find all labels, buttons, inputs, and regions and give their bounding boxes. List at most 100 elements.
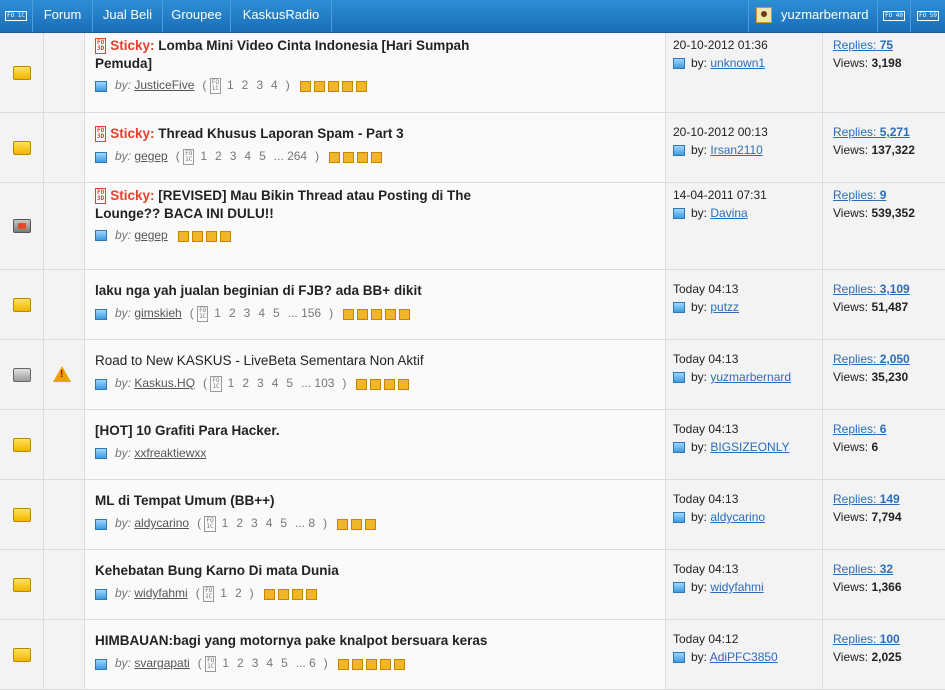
page-link[interactable]: 1 xyxy=(220,586,227,600)
thread-preview-icon[interactable] xyxy=(95,588,107,600)
last-poster-link[interactable]: AdiPFC3850 xyxy=(710,650,778,664)
nav-jualbeli-link[interactable]: Jual Beli xyxy=(93,0,163,32)
thread-title[interactable]: FO 3D Sticky: [REVISED] Mau Bikin Thread a… xyxy=(95,187,515,223)
page-link[interactable]: 3 xyxy=(251,516,258,530)
thread-preview-icon[interactable] xyxy=(95,230,107,242)
thread-preview-icon[interactable] xyxy=(95,658,107,670)
thread-preview-icon[interactable] xyxy=(95,80,107,92)
last-poster-link[interactable]: Davina xyxy=(710,206,747,220)
thread-author-link[interactable]: gegep xyxy=(134,228,167,242)
page-link[interactable]: 1 xyxy=(222,656,229,670)
thread-author-link[interactable]: gegep xyxy=(134,149,167,163)
last-poster-link[interactable]: BIGSIZEONLY xyxy=(710,440,789,454)
go-to-last-post-icon[interactable] xyxy=(673,145,685,157)
thread-preview-icon[interactable] xyxy=(95,308,107,320)
thread-title[interactable]: ML di Tempat Umum (BB++) xyxy=(95,492,515,510)
thread-author-link[interactable]: aldycarino xyxy=(134,516,189,530)
replies-link[interactable]: Replies: 9 xyxy=(833,188,886,202)
page-link[interactable]: 3 xyxy=(230,149,237,163)
nav-forum-link[interactable]: Forum xyxy=(33,0,93,32)
replies-link[interactable]: Replies: 32 xyxy=(833,562,893,576)
go-to-last-post-icon[interactable] xyxy=(673,512,685,524)
replies-link[interactable]: Replies: 149 xyxy=(833,492,900,506)
replies-link[interactable]: Replies: 100 xyxy=(833,632,900,646)
thread-title[interactable]: laku nga yah jualan beginian di FJB? ada… xyxy=(95,282,515,300)
last-post-cell: 20-10-2012 01:36 by: unknown1 xyxy=(665,33,821,112)
page-link[interactable]: 4 xyxy=(271,78,278,92)
last-page-link[interactable]: ... 156 xyxy=(288,306,321,320)
page-link[interactable]: 5 xyxy=(259,149,266,163)
last-poster-link[interactable]: Irsan2110 xyxy=(710,143,762,157)
nav-kaskusradio-link[interactable]: KaskusRadio xyxy=(231,0,332,32)
page-link[interactable]: 2 xyxy=(237,656,244,670)
page-link[interactable]: 1 xyxy=(214,306,221,320)
user-menu[interactable]: yuzmarbernard xyxy=(748,0,878,32)
thread-author-link[interactable]: Kaskus.HQ xyxy=(134,376,195,390)
thread-author-link[interactable]: xxfreaktiewxx xyxy=(134,446,206,460)
replies-link[interactable]: Replies: 6 xyxy=(833,422,886,436)
go-to-last-post-icon[interactable] xyxy=(673,372,685,384)
page-link[interactable]: 4 xyxy=(266,516,273,530)
last-page-link[interactable]: ... 8 xyxy=(295,516,315,530)
page-link[interactable]: 2 xyxy=(215,149,222,163)
last-poster-link[interactable]: widyfahmi xyxy=(710,580,763,594)
page-link[interactable]: 2 xyxy=(236,516,243,530)
page-link[interactable]: 3 xyxy=(244,306,251,320)
page-link[interactable]: 1 xyxy=(222,516,229,530)
thread-title[interactable]: Road to New KASKUS - LiveBeta Sementara … xyxy=(95,352,515,370)
thread-author-link[interactable]: gimskieh xyxy=(134,306,181,320)
last-page-link[interactable]: ... 6 xyxy=(296,656,316,670)
last-poster-link[interactable]: yuzmarbernard xyxy=(710,370,791,384)
replies-link[interactable]: Replies: 75 xyxy=(833,38,893,52)
messages-icon[interactable]: FO 59 xyxy=(911,0,945,32)
go-to-last-post-icon[interactable] xyxy=(673,582,685,594)
thread-preview-icon[interactable] xyxy=(95,518,107,530)
thread-title[interactable]: HIMBAUAN:bagi yang motornya pake knalpot… xyxy=(95,632,515,650)
page-link[interactable]: 4 xyxy=(266,656,273,670)
thread-title-text: Thread Khusus Laporan Spam - Part 3 xyxy=(158,126,404,141)
page-link[interactable]: 5 xyxy=(273,306,280,320)
thread-author-link[interactable]: svargapati xyxy=(134,656,189,670)
thread-preview-icon[interactable] xyxy=(95,378,107,390)
page-link[interactable]: 2 xyxy=(242,376,249,390)
last-page-link[interactable]: ... 264 xyxy=(274,149,307,163)
page-link[interactable]: 4 xyxy=(272,376,279,390)
replies-link[interactable]: Replies: 2,050 xyxy=(833,352,910,366)
last-poster-link[interactable]: unknown1 xyxy=(710,56,765,70)
go-to-last-post-icon[interactable] xyxy=(673,442,685,454)
thread-title[interactable]: FO 3D Sticky: Thread Khusus Laporan Spam -… xyxy=(95,125,515,143)
page-link[interactable]: 2 xyxy=(242,78,249,92)
last-poster-link[interactable]: aldycarino xyxy=(710,510,765,524)
page-link[interactable]: 5 xyxy=(286,376,293,390)
page-link[interactable]: 5 xyxy=(280,516,287,530)
go-to-last-post-icon[interactable] xyxy=(673,652,685,664)
page-link[interactable]: 2 xyxy=(229,306,236,320)
thread-author-link[interactable]: widyfahmi xyxy=(134,586,187,600)
page-link[interactable]: 1 xyxy=(200,149,207,163)
go-to-last-post-icon[interactable] xyxy=(673,302,685,314)
page-link[interactable]: 4 xyxy=(258,306,265,320)
thread-preview-icon[interactable] xyxy=(95,448,107,460)
page-link[interactable]: 5 xyxy=(281,656,288,670)
thread-title[interactable]: FO 3D Sticky: Lomba Mini Video Cinta Indon… xyxy=(95,37,515,73)
page-link[interactable]: 3 xyxy=(256,78,263,92)
thread-preview-icon[interactable] xyxy=(95,151,107,163)
notifications-icon[interactable]: FO 40 xyxy=(878,0,911,32)
page-link[interactable]: 1 xyxy=(227,78,234,92)
thread-title[interactable]: [HOT] 10 Grafiti Para Hacker. xyxy=(95,422,515,440)
go-to-last-post-icon[interactable] xyxy=(673,58,685,70)
replies-link[interactable]: Replies: 3,109 xyxy=(833,282,910,296)
nav-home-icon[interactable]: FO 1C xyxy=(0,0,33,32)
last-poster-link[interactable]: putzz xyxy=(710,300,739,314)
page-link[interactable]: 4 xyxy=(244,149,251,163)
nav-groupee-link[interactable]: Groupee xyxy=(163,0,231,32)
page-link[interactable]: 3 xyxy=(257,376,264,390)
page-link[interactable]: 1 xyxy=(228,376,235,390)
go-to-last-post-icon[interactable] xyxy=(673,208,685,220)
thread-title[interactable]: Kehebatan Bung Karno Di mata Dunia xyxy=(95,562,515,580)
page-link[interactable]: 3 xyxy=(252,656,259,670)
last-page-link[interactable]: ... 103 xyxy=(301,376,334,390)
replies-link[interactable]: Replies: 5,271 xyxy=(833,125,910,139)
page-link[interactable]: 2 xyxy=(235,586,242,600)
thread-author-link[interactable]: JusticeFive xyxy=(134,78,194,92)
